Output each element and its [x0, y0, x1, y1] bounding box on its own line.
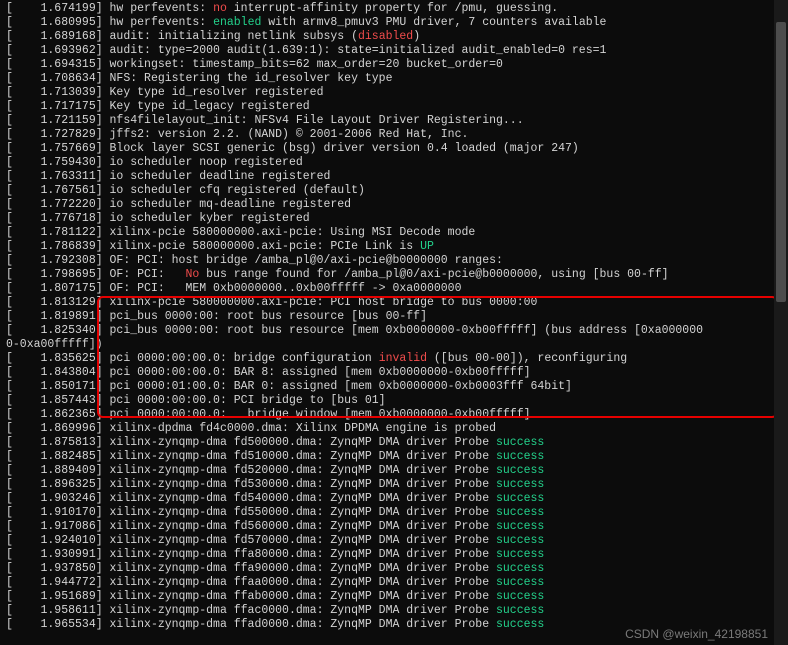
log-line: [ 1.843804] pci 0000:00:00.0: BAR 8: ass… — [6, 366, 782, 380]
log-line: [ 1.708634] NFS: Registering the id_reso… — [6, 72, 782, 86]
log-line: [ 1.757669] Block layer SCSI generic (bs… — [6, 142, 782, 156]
log-line: [ 1.727829] jffs2: version 2.2. (NAND) ©… — [6, 128, 782, 142]
watermark-text: CSDN @weixin_42198851 — [625, 627, 768, 641]
log-line: [ 1.917086] xilinx-zynqmp-dma fd560000.d… — [6, 520, 782, 534]
log-line: [ 1.819891] pci_bus 0000:00: root bus re… — [6, 310, 782, 324]
log-line: [ 1.721159] nfs4filelayout_init: NFSv4 F… — [6, 114, 782, 128]
log-line: [ 1.781122] xilinx-pcie 580000000.axi-pc… — [6, 226, 782, 240]
log-line: [ 1.903246] xilinx-zynqmp-dma fd540000.d… — [6, 492, 782, 506]
log-line: [ 1.694315] workingset: timestamp_bits=6… — [6, 58, 782, 72]
log-line: [ 1.792308] OF: PCI: host bridge /amba_p… — [6, 254, 782, 268]
log-line: [ 1.674199] hw perfevents: no interrupt-… — [6, 2, 782, 16]
log-line: [ 1.786839] xilinx-pcie 580000000.axi-pc… — [6, 240, 782, 254]
log-line: [ 1.713039] Key type id_resolver registe… — [6, 86, 782, 100]
log-line: [ 1.693962] audit: type=2000 audit(1.639… — [6, 44, 782, 58]
log-line: [ 1.958611] xilinx-zynqmp-dma ffac0000.d… — [6, 604, 782, 618]
log-line: [ 1.759430] io scheduler noop registered — [6, 156, 782, 170]
log-line: [ 1.798695] OF: PCI: No bus range found … — [6, 268, 782, 282]
log-line: [ 1.776718] io scheduler kyber registere… — [6, 212, 782, 226]
log-line: [ 1.924010] xilinx-zynqmp-dma fd570000.d… — [6, 534, 782, 548]
log-line: [ 1.882485] xilinx-zynqmp-dma fd510000.d… — [6, 450, 782, 464]
log-line: [ 1.772220] io scheduler mq-deadline reg… — [6, 198, 782, 212]
log-line: [ 1.767561] io scheduler cfq registered … — [6, 184, 782, 198]
log-line: [ 1.857443] pci 0000:00:00.0: PCI bridge… — [6, 394, 782, 408]
log-line: [ 1.717175] Key type id_legacy registere… — [6, 100, 782, 114]
log-line: [ 1.850171] pci 0000:01:00.0: BAR 0: ass… — [6, 380, 782, 394]
log-line: [ 1.835625] pci 0000:00:00.0: bridge con… — [6, 352, 782, 366]
log-line: [ 1.896325] xilinx-zynqmp-dma fd530000.d… — [6, 478, 782, 492]
log-line: [ 1.889409] xilinx-zynqmp-dma fd520000.d… — [6, 464, 782, 478]
scrollbar-track[interactable] — [774, 0, 788, 645]
log-line: [ 1.807175] OF: PCI: MEM 0xb0000000..0xb… — [6, 282, 782, 296]
log-line: [ 1.813129] xilinx-pcie 580000000.axi-pc… — [6, 296, 782, 310]
log-line: [ 1.937850] xilinx-zynqmp-dma ffa90000.d… — [6, 562, 782, 576]
log-line: [ 1.825340] pci_bus 0000:00: root bus re… — [6, 324, 782, 338]
log-line: [ 1.930991] xilinx-zynqmp-dma ffa80000.d… — [6, 548, 782, 562]
log-line: [ 1.944772] xilinx-zynqmp-dma ffaa0000.d… — [6, 576, 782, 590]
terminal-output[interactable]: [ 1.674199] hw perfevents: no interrupt-… — [0, 0, 788, 634]
log-line: [ 1.862365] pci 0000:00:00.0: bridge win… — [6, 408, 782, 422]
log-line: [ 1.910170] xilinx-zynqmp-dma fd550000.d… — [6, 506, 782, 520]
log-line: [ 1.951689] xilinx-zynqmp-dma ffab0000.d… — [6, 590, 782, 604]
log-line: [ 1.680995] hw perfevents: enabled with … — [6, 16, 782, 30]
log-line: [ 1.763311] io scheduler deadline regist… — [6, 170, 782, 184]
log-line: [ 1.875813] xilinx-zynqmp-dma fd500000.d… — [6, 436, 782, 450]
scrollbar-thumb[interactable] — [776, 22, 786, 302]
log-line: 0-0xa00fffff]) — [6, 338, 782, 352]
log-line: [ 1.689168] audit: initializing netlink … — [6, 30, 782, 44]
log-line: [ 1.869996] xilinx-dpdma fd4c0000.dma: X… — [6, 422, 782, 436]
